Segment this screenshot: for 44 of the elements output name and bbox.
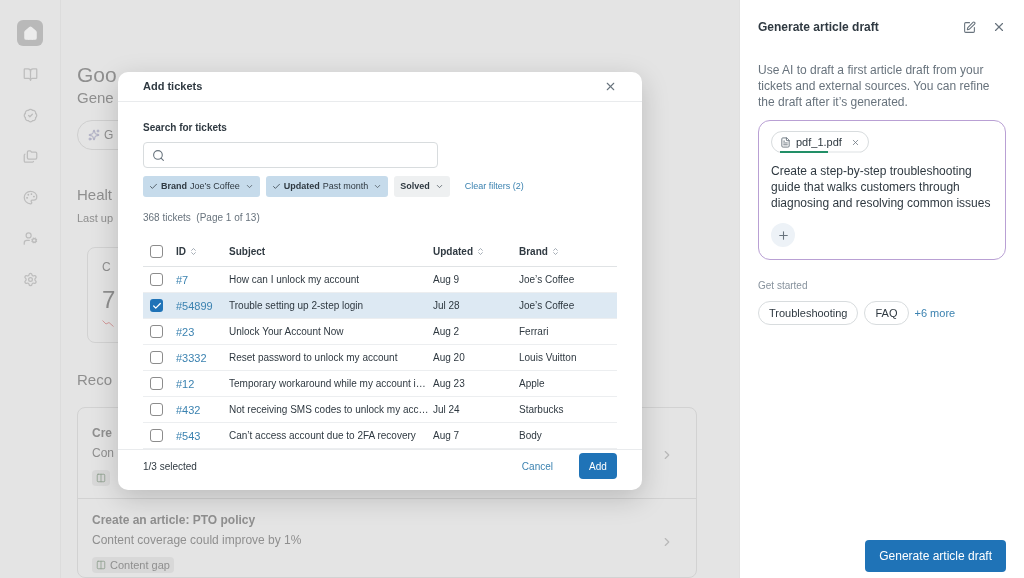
ticket-count: 368 tickets (Page 1 of 13)	[143, 211, 261, 226]
tag-label: Content gap	[110, 557, 170, 573]
ticket-brand: Ferrari	[519, 325, 549, 340]
metric-label: C	[102, 258, 111, 276]
greeting: Goo	[77, 62, 117, 88]
ticket-brand: Body	[519, 429, 542, 444]
recommendation-description: Con	[92, 445, 114, 462]
ticket-brand: Starbucks	[519, 403, 564, 418]
panel-title: Generate article draft	[758, 19, 880, 36]
ticket-updated: Jul 24	[433, 403, 460, 418]
panel-description: Use AI to draft a first article draft from your tickets and external sources. You can refine the draft after it’s generated.	[758, 62, 991, 110]
section-title: Reco	[77, 369, 113, 390]
ticket-subject: Trouble setting up 2-step login	[229, 299, 364, 314]
ticket-updated: Aug 9	[433, 273, 460, 288]
column-header: Subject	[229, 245, 266, 260]
get-started-label: Get started	[758, 279, 809, 293]
ticket-subject: Can’t access account due to 2FA recovery	[229, 429, 416, 444]
last-updated: Last up	[77, 211, 114, 227]
dialog-title: Add tickets	[143, 79, 204, 95]
ticket-brand: Apple	[519, 377, 545, 392]
ticket-updated: Jul 28	[433, 299, 460, 314]
prompt-text: Create a step-by-step troubleshooting guide that walks customers through diagnosing and resolving common issues	[771, 163, 992, 211]
ticket-subject: Unlock Your Account Now	[229, 325, 344, 340]
selection-count: 1/3 selected	[143, 459, 198, 474]
ticket-brand: Louis Vuitton	[519, 351, 577, 366]
generate-label: G	[104, 126, 114, 144]
ticket-subject: Reset password to unlock my account	[229, 351, 398, 366]
search-label: Search for tickets	[143, 121, 228, 136]
ticket-updated: Aug 23	[433, 377, 465, 392]
metric-value: 7	[102, 284, 116, 315]
subtitle: Gene	[77, 88, 114, 108]
ticket-updated: Aug 2	[433, 325, 460, 340]
section-title: Healt	[77, 184, 113, 205]
ticket-updated: Aug 7	[433, 429, 460, 444]
ticket-updated: Aug 20	[433, 351, 465, 366]
ticket-subject: Temporary workaround while my account i…	[229, 377, 426, 392]
recommendation-description: Content coverage could improve by 1%	[92, 532, 302, 549]
ticket-subject: How can I unlock my account	[229, 273, 360, 288]
file-name: pdf_1.pdf	[796, 134, 842, 150]
ticket-brand: Joe’s Coffee	[519, 299, 575, 314]
recommendation-title: Cre	[92, 425, 112, 442]
ticket-brand: Joe’s Coffee	[519, 273, 575, 288]
recommendation-title: Create an article: PTO policy	[92, 512, 256, 529]
ticket-subject: Not receiving SMS codes to unlock my acc…	[229, 403, 429, 418]
